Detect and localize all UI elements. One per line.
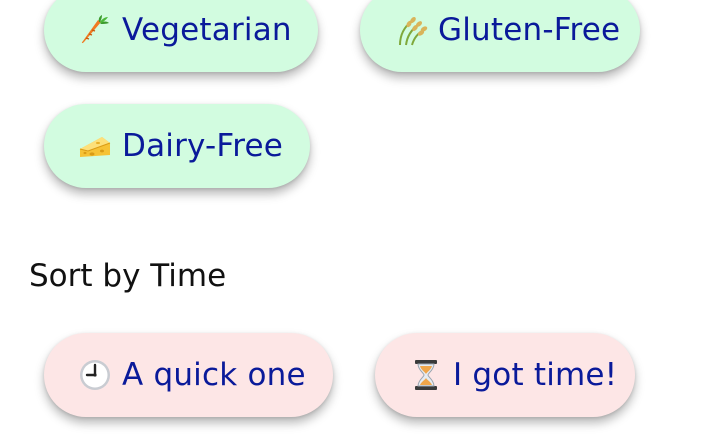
sort-by-time-heading: Sort by Time (29, 258, 227, 294)
long-sort-button[interactable]: I got time! (375, 333, 635, 417)
vegetarian-filter-button[interactable]: Vegetarian (44, 0, 318, 72)
clock-icon (78, 358, 112, 392)
dairy-free-filter-button[interactable]: Dairy-Free (44, 104, 310, 188)
rice-plant-icon (394, 13, 428, 47)
vegetarian-label: Vegetarian (122, 12, 292, 48)
gluten-free-filter-button[interactable]: Gluten-Free (360, 0, 640, 72)
dairy-free-label: Dairy-Free (122, 128, 283, 164)
carrot-icon (78, 13, 112, 47)
quick-sort-button[interactable]: A quick one (44, 333, 333, 417)
hourglass-icon (409, 358, 443, 392)
long-sort-label: I got time! (453, 357, 618, 393)
gluten-free-label: Gluten-Free (438, 12, 621, 48)
quick-sort-label: A quick one (122, 357, 306, 393)
cheese-icon (78, 129, 112, 163)
